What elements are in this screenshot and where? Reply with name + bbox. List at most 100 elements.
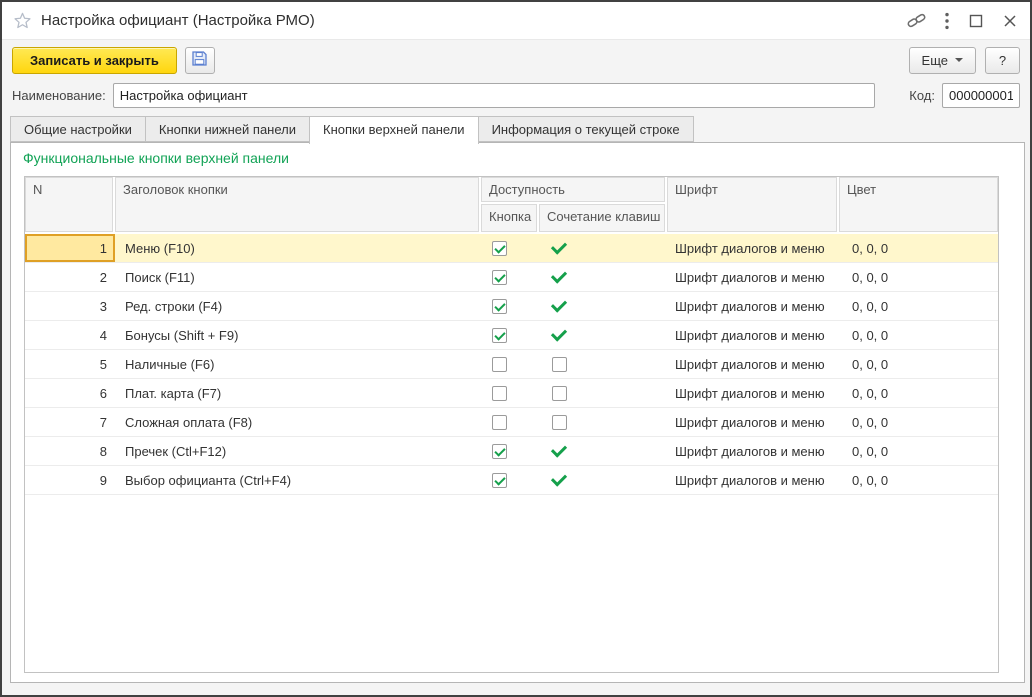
font-cell[interactable]: Шрифт диалогов и меню	[667, 466, 839, 494]
row-number-cell[interactable]: 5	[25, 350, 115, 378]
button-enabled-cell[interactable]	[481, 379, 539, 407]
button-caption-cell[interactable]: Ред. строки (F4)	[115, 292, 481, 320]
row-number-cell[interactable]: 9	[25, 466, 115, 494]
font-cell[interactable]: Шрифт диалогов и меню	[667, 437, 839, 465]
row-number-cell[interactable]: 1	[25, 234, 115, 262]
button-caption-cell[interactable]: Сложная оплата (F8)	[115, 408, 481, 436]
shortcut-enabled-checkbox[interactable]	[552, 386, 567, 401]
shortcut-enabled-check-icon[interactable]	[551, 296, 567, 312]
column-header-color[interactable]: Цвет	[839, 177, 998, 234]
table-row[interactable]: 4Бонусы (Shift + F9) Шрифт диалогов и мен…	[25, 321, 998, 350]
shortcut-enabled-check-icon[interactable]	[551, 470, 567, 486]
button-enabled-cell[interactable]	[481, 466, 539, 494]
column-header-num[interactable]: N	[25, 177, 115, 234]
color-cell[interactable]: 0, 0, 0	[839, 321, 998, 349]
row-number-cell[interactable]: 2	[25, 263, 115, 291]
color-cell[interactable]: 0, 0, 0	[839, 234, 998, 262]
tab-current-row-info[interactable]: Информация о текущей строке	[478, 116, 694, 142]
button-caption-cell[interactable]: Плат. карта (F7)	[115, 379, 481, 407]
color-cell[interactable]: 0, 0, 0	[839, 466, 998, 494]
color-cell[interactable]: 0, 0, 0	[839, 408, 998, 436]
column-header-font[interactable]: Шрифт	[667, 177, 839, 234]
maximize-icon[interactable]	[968, 13, 984, 29]
button-enabled-checkbox[interactable]	[492, 270, 507, 285]
row-number-cell[interactable]: 4	[25, 321, 115, 349]
shortcut-enabled-check-icon[interactable]	[551, 238, 567, 254]
color-cell[interactable]: 0, 0, 0	[839, 350, 998, 378]
tab-general-settings[interactable]: Общие настройки	[10, 116, 146, 142]
row-number-cell[interactable]: 6	[25, 379, 115, 407]
save-and-close-button[interactable]: Записать и закрыть	[12, 47, 177, 74]
shortcut-enabled-check-icon[interactable]	[551, 267, 567, 283]
button-caption-cell[interactable]: Выбор официанта (Ctrl+F4)	[115, 466, 481, 494]
button-enabled-cell[interactable]	[481, 437, 539, 465]
button-enabled-cell[interactable]	[481, 350, 539, 378]
more-button[interactable]: Еще	[909, 47, 976, 74]
table-row[interactable]: 7Сложная оплата (F8) Шрифт диалогов и мен…	[25, 408, 998, 437]
table-row[interactable]: 6Плат. карта (F7) Шрифт диалогов и меню0,…	[25, 379, 998, 408]
shortcut-enabled-cell[interactable]	[539, 321, 667, 349]
font-cell[interactable]: Шрифт диалогов и меню	[667, 321, 839, 349]
row-number-cell[interactable]: 8	[25, 437, 115, 465]
name-input[interactable]	[113, 83, 876, 108]
row-number-cell[interactable]: 7	[25, 408, 115, 436]
column-header-shortcut[interactable]: Сочетание клавиш	[539, 204, 667, 234]
button-caption-cell[interactable]: Бонусы (Shift + F9)	[115, 321, 481, 349]
row-number-cell[interactable]: 3	[25, 292, 115, 320]
button-caption-cell[interactable]: Поиск (F11)	[115, 263, 481, 291]
button-enabled-checkbox[interactable]	[492, 328, 507, 343]
table-row[interactable]: 8Пречек (Ctl+F12)Шрифт диалогов и меню0,…	[25, 437, 998, 466]
table-row[interactable]: 3Ред. строки (F4) Шрифт диалогов и меню0,…	[25, 292, 998, 321]
color-cell[interactable]: 0, 0, 0	[839, 379, 998, 407]
button-enabled-checkbox[interactable]	[492, 415, 507, 430]
column-header-caption[interactable]: Заголовок кнопки	[115, 177, 481, 234]
table-row[interactable]: 5Наличные (F6) Шрифт диалогов и меню0, 0,…	[25, 350, 998, 379]
shortcut-enabled-checkbox[interactable]	[552, 357, 567, 372]
table-row[interactable]: 1Меню (F10) Шрифт диалогов и меню0, 0, 0	[25, 234, 998, 263]
button-enabled-checkbox[interactable]	[492, 299, 507, 314]
button-enabled-checkbox[interactable]	[492, 357, 507, 372]
button-enabled-cell[interactable]	[481, 234, 539, 262]
table-row[interactable]: 2Поиск (F11) Шрифт диалогов и меню0, 0, 0	[25, 263, 998, 292]
shortcut-enabled-cell[interactable]	[539, 437, 667, 465]
font-cell[interactable]: Шрифт диалогов и меню	[667, 350, 839, 378]
button-enabled-checkbox[interactable]	[492, 473, 507, 488]
button-enabled-cell[interactable]	[481, 321, 539, 349]
menu-dots-icon[interactable]	[944, 12, 950, 30]
shortcut-enabled-cell[interactable]	[539, 408, 667, 436]
button-enabled-cell[interactable]	[481, 408, 539, 436]
shortcut-enabled-cell[interactable]	[539, 292, 667, 320]
color-cell[interactable]: 0, 0, 0	[839, 437, 998, 465]
shortcut-enabled-cell[interactable]	[539, 350, 667, 378]
font-cell[interactable]: Шрифт диалогов и меню	[667, 292, 839, 320]
button-enabled-checkbox[interactable]	[492, 444, 507, 459]
column-header-button[interactable]: Кнопка	[481, 204, 539, 234]
shortcut-enabled-cell[interactable]	[539, 263, 667, 291]
tab-top-panel-buttons[interactable]: Кнопки верхней панели	[309, 116, 479, 144]
button-enabled-cell[interactable]	[481, 263, 539, 291]
button-enabled-cell[interactable]	[481, 292, 539, 320]
font-cell[interactable]: Шрифт диалогов и меню	[667, 234, 839, 262]
font-cell[interactable]: Шрифт диалогов и меню	[667, 408, 839, 436]
button-caption-cell[interactable]: Наличные (F6)	[115, 350, 481, 378]
color-cell[interactable]: 0, 0, 0	[839, 263, 998, 291]
column-header-availability[interactable]: Доступность	[481, 177, 667, 204]
button-enabled-checkbox[interactable]	[492, 241, 507, 256]
color-cell[interactable]: 0, 0, 0	[839, 292, 998, 320]
help-button[interactable]: ?	[985, 47, 1020, 74]
shortcut-enabled-cell[interactable]	[539, 234, 667, 262]
font-cell[interactable]: Шрифт диалогов и меню	[667, 379, 839, 407]
tab-bottom-panel-buttons[interactable]: Кнопки нижней панели	[145, 116, 310, 142]
font-cell[interactable]: Шрифт диалогов и меню	[667, 263, 839, 291]
favorite-star-icon[interactable]	[14, 12, 31, 29]
shortcut-enabled-cell[interactable]	[539, 466, 667, 494]
save-button[interactable]	[185, 47, 215, 74]
button-caption-cell[interactable]: Меню (F10)	[115, 234, 481, 262]
code-input[interactable]	[942, 83, 1020, 108]
shortcut-enabled-checkbox[interactable]	[552, 415, 567, 430]
shortcut-enabled-cell[interactable]	[539, 379, 667, 407]
close-icon[interactable]	[1002, 13, 1018, 29]
shortcut-enabled-check-icon[interactable]	[551, 325, 567, 341]
shortcut-enabled-check-icon[interactable]	[551, 441, 567, 457]
table-row[interactable]: 9Выбор официанта (Ctrl+F4) Шрифт диалогов…	[25, 466, 998, 495]
